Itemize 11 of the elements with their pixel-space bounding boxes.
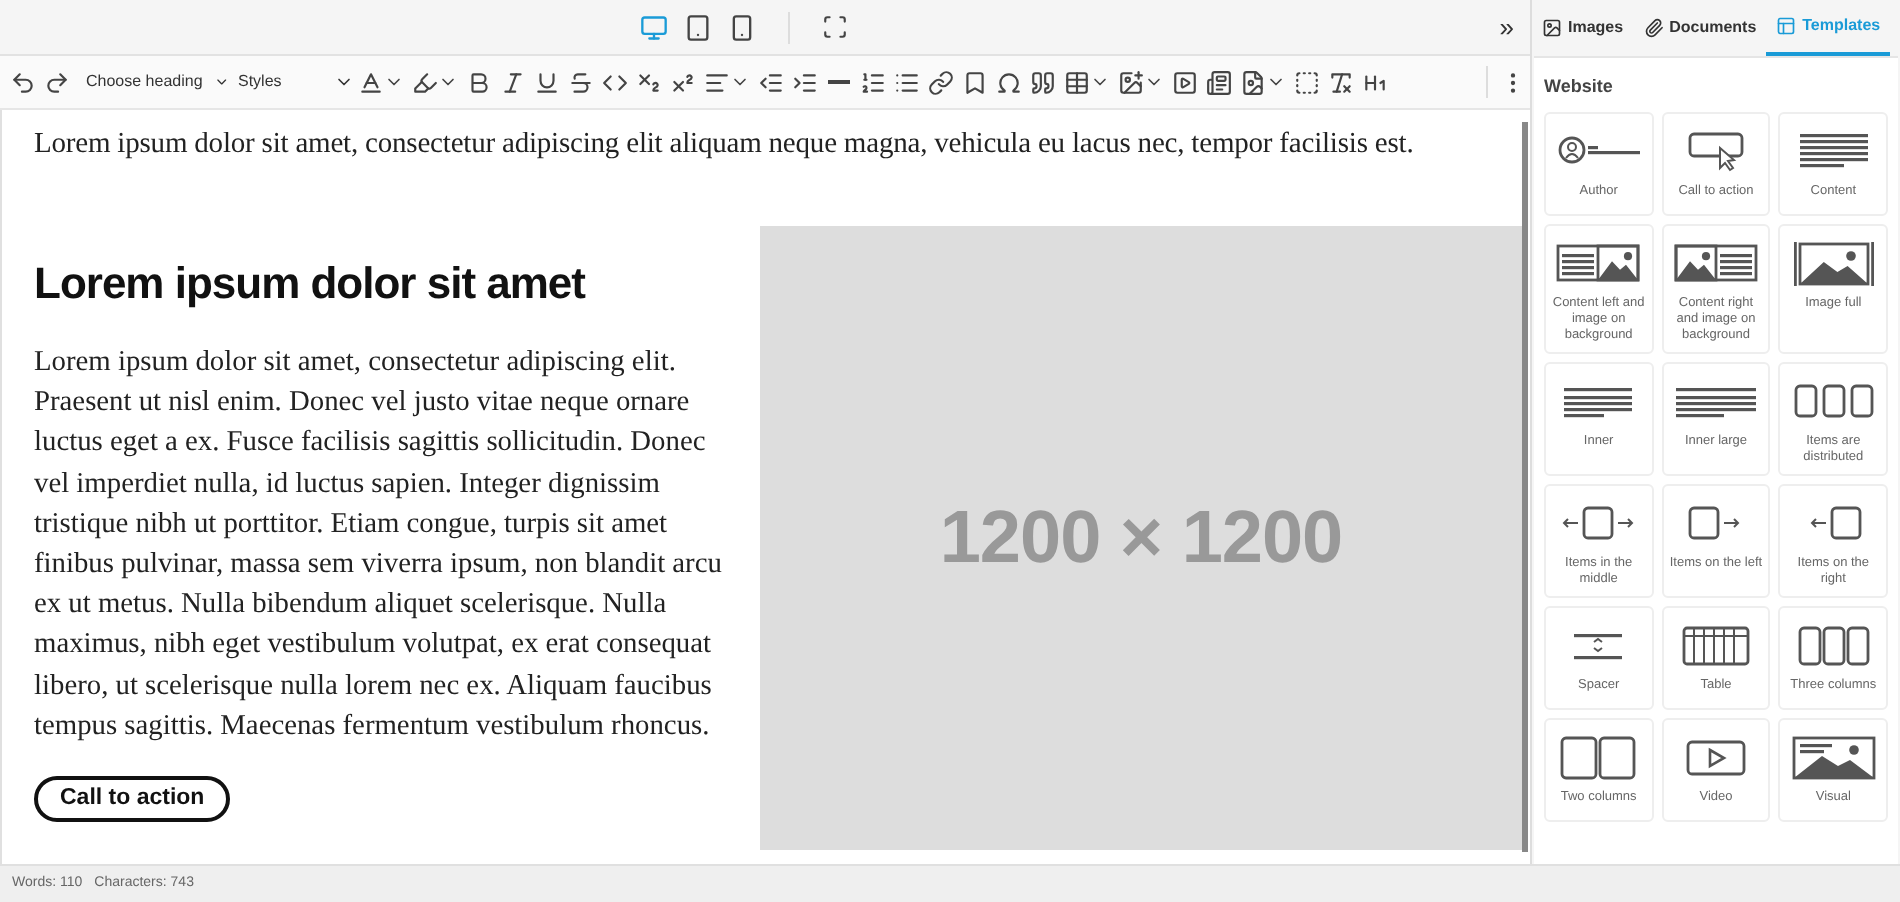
section-heading: Lorem ipsum dolor sit amet <box>34 256 588 312</box>
styles-dropdown[interactable]: Styles <box>238 70 354 94</box>
body-paragraph: Lorem ipsum dolor sit amet, consectetur adipiscing elit. Praesent ut nisl enim. Donec vel justo vitae neque ornare luctus eget a ex. Fusce facilisis sagittis sollicitudin. Donec vel imperdiet nulla, id luctus sapien. Integer dignissim tristique nibh ut porttitor. Etiam congue, turpis sit amet finibus pulvinar, massa sem viverra ipsum, non blandit arcu ex ut metus. Nulla bibendum aliquet scelerisque. Nulla maximus, nibh eget vestibulum volutpat, ex erat consequat libero, ut scelerisque nulla lorem nec ex. Aliquam faucibus tempus sagittis. Maecenas fermentum vestibulum rhoncus. <box>34 344 724 746</box>
call-to-action-button[interactable]: Call to action <box>34 776 231 823</box>
image-dimensions: 1200 × 1200 <box>939 494 1343 583</box>
panel-tab[interactable]: Documents <box>1633 0 1767 56</box>
panel-tab[interactable]: Images <box>1532 0 1634 56</box>
intro-paragraph: Lorem ipsum dolor sit amet, consectetur adipiscing elit aliquam neque magna, vehicula eu lacus nec, tempor facilisis est. <box>32 126 1416 164</box>
collapse-panel-button[interactable]: » <box>1499 7 1514 47</box>
section-title: Website <box>1544 74 1615 100</box>
heading-dropdown[interactable]: Choose heading <box>86 70 230 94</box>
